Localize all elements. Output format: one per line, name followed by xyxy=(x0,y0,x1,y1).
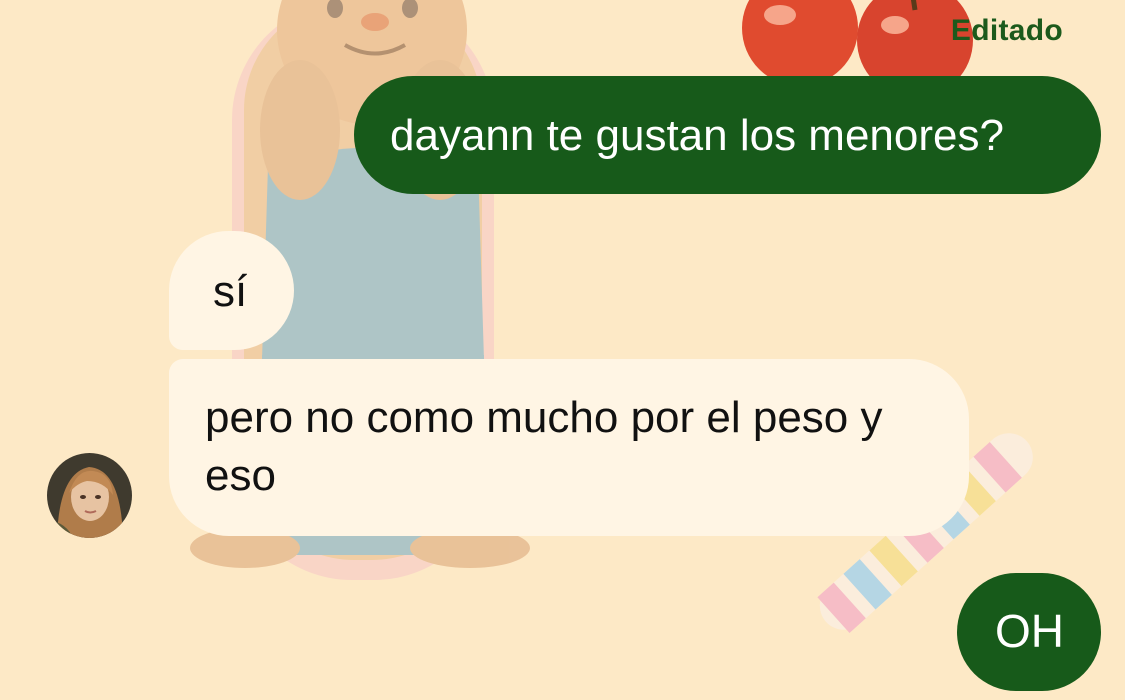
message-bubble-outgoing[interactable]: OH xyxy=(957,573,1101,691)
message-bubble-incoming[interactable]: sí xyxy=(169,231,294,350)
message-bubble-incoming[interactable]: pero no como mucho por el peso y eso xyxy=(169,359,969,536)
edited-label: Editado xyxy=(950,14,1063,47)
sender-avatar[interactable] xyxy=(47,453,132,538)
profile-photo-icon xyxy=(47,453,132,538)
message-bubble-outgoing[interactable]: dayann te gustan los menores? xyxy=(354,76,1101,194)
